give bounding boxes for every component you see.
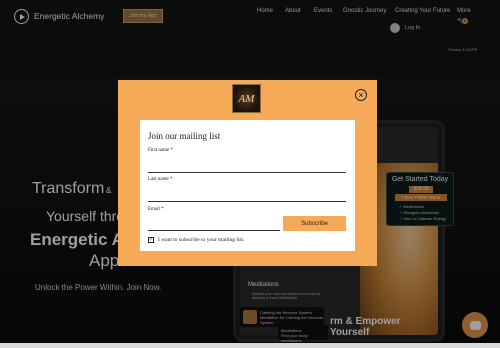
subscribe-consent-label: I want to subscribe to your mailing list… bbox=[158, 237, 245, 243]
first-name-field[interactable] bbox=[148, 164, 346, 173]
close-icon[interactable]: × bbox=[355, 89, 367, 101]
subscribe-checkbox[interactable]: ✓ bbox=[148, 237, 154, 243]
last-name-label: Last name * bbox=[148, 177, 173, 182]
mailing-list-modal: AM × Join our mailing list First name * … bbox=[118, 80, 377, 266]
email-field[interactable] bbox=[148, 222, 280, 231]
modal-logo: AM bbox=[232, 84, 261, 113]
subscribe-button[interactable]: Subscribe bbox=[283, 216, 346, 231]
email-label: Email * bbox=[148, 207, 164, 212]
page: Energetic Alchemy Join the App Home Abou… bbox=[0, 0, 500, 348]
bottom-scrollbar[interactable] bbox=[0, 343, 500, 348]
first-name-label: First name * bbox=[148, 148, 173, 153]
last-name-field[interactable] bbox=[148, 193, 346, 202]
signup-form: Join our mailing list First name * Last … bbox=[140, 120, 355, 251]
form-title: Join our mailing list bbox=[148, 131, 221, 141]
